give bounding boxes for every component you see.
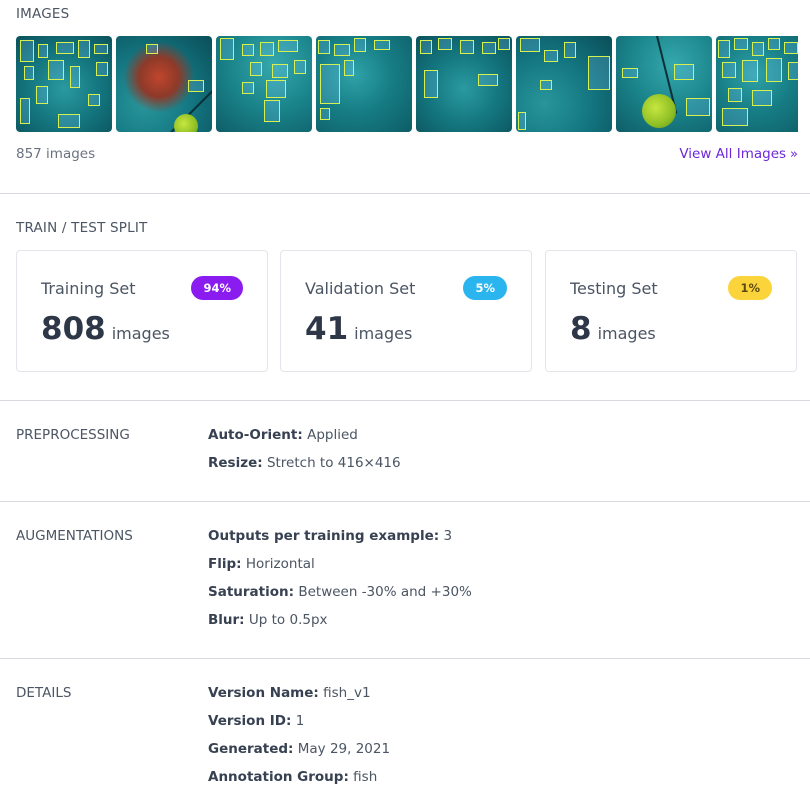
item-value: Stretch to 416×416 — [266, 455, 401, 471]
validation-set-card: Validation Set 5% 41 images — [280, 250, 532, 372]
image-thumbnail[interactable] — [316, 36, 412, 132]
augmentations-heading: AUGMENTATIONS — [16, 528, 133, 544]
augmentation-item: Outputs per training example: 3 — [208, 528, 452, 544]
set-name: Testing Set — [570, 279, 658, 298]
testing-set-card: Testing Set 1% 8 images — [545, 250, 797, 372]
set-count-value: 808 — [41, 311, 106, 347]
item-key: Resize: — [208, 455, 263, 471]
set-count-unit: images — [354, 324, 413, 343]
view-all-images-link[interactable]: View All Images» — [679, 146, 798, 162]
item-key: Annotation Group: — [208, 769, 349, 785]
divider — [0, 658, 810, 659]
set-count-unit: images — [111, 324, 170, 343]
item-value: 1 — [295, 713, 305, 729]
item-key: Version Name: — [208, 685, 319, 701]
item-value: Between -30% and +30% — [298, 584, 472, 600]
image-thumbnail[interactable] — [116, 36, 212, 132]
augmentation-item: Flip: Horizontal — [208, 556, 315, 572]
detail-item: Version Name: fish_v1 — [208, 685, 371, 701]
item-key: Auto-Orient: — [208, 427, 303, 443]
item-value: fish — [353, 769, 378, 785]
view-all-images-label: View All Images — [679, 146, 787, 162]
augmentation-item: Saturation: Between -30% and +30% — [208, 584, 472, 600]
set-count-unit: images — [597, 324, 656, 343]
item-key: Blur: — [208, 612, 245, 628]
set-count-value: 41 — [305, 311, 349, 347]
divider — [0, 400, 810, 401]
item-key: Flip: — [208, 556, 242, 572]
item-key: Outputs per training example: — [208, 528, 440, 544]
item-key: Generated: — [208, 741, 294, 757]
set-count: 41 images — [305, 311, 412, 347]
preprocessing-heading: PREPROCESSING — [16, 427, 130, 443]
set-count: 8 images — [570, 311, 656, 347]
image-thumbnail-strip — [16, 36, 798, 132]
item-value: 3 — [443, 528, 453, 544]
item-value: Up to 0.5px — [248, 612, 328, 628]
set-count-value: 8 — [570, 311, 592, 347]
item-key: Saturation: — [208, 584, 295, 600]
set-name: Validation Set — [305, 279, 416, 298]
divider — [0, 193, 810, 194]
training-set-card: Training Set 94% 808 images — [16, 250, 268, 372]
percent-badge: 5% — [463, 276, 507, 300]
item-value: May 29, 2021 — [297, 741, 391, 757]
divider — [0, 501, 810, 502]
set-name: Training Set — [41, 279, 136, 298]
split-heading: TRAIN / TEST SPLIT — [16, 220, 148, 236]
item-value: Applied — [307, 427, 358, 443]
image-thumbnail[interactable] — [516, 36, 612, 132]
preprocessing-item: Auto-Orient: Applied — [208, 427, 358, 443]
image-count: 857 images — [16, 146, 96, 162]
item-value: Horizontal — [245, 556, 315, 572]
item-key: Version ID: — [208, 713, 292, 729]
percent-badge: 1% — [728, 276, 772, 300]
image-thumbnail[interactable] — [616, 36, 712, 132]
detail-item: Generated: May 29, 2021 — [208, 741, 390, 757]
detail-item: Version ID: 1 — [208, 713, 304, 729]
percent-badge: 94% — [191, 276, 243, 300]
item-value: fish_v1 — [323, 685, 371, 701]
set-count: 808 images — [41, 311, 170, 347]
detail-item: Annotation Group: fish — [208, 769, 377, 785]
image-thumbnail[interactable] — [216, 36, 312, 132]
augmentation-item: Blur: Up to 0.5px — [208, 612, 328, 628]
image-thumbnail[interactable] — [716, 36, 798, 132]
preprocessing-item: Resize: Stretch to 416×416 — [208, 455, 401, 471]
image-thumbnail[interactable] — [16, 36, 112, 132]
double-chevron-right-icon: » — [790, 147, 798, 162]
image-thumbnail[interactable] — [416, 36, 512, 132]
details-heading: DETAILS — [16, 685, 72, 701]
images-heading: IMAGES — [16, 6, 70, 22]
